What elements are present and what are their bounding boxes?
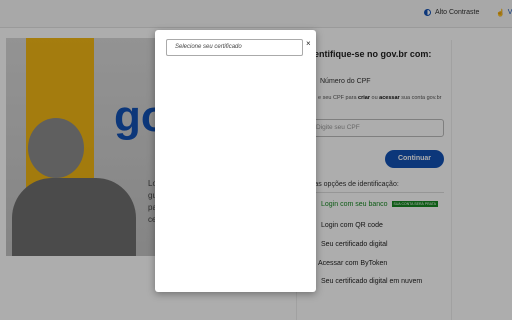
certificate-select[interactable]: Selecione seu certificado xyxy=(166,39,303,56)
close-icon[interactable]: × xyxy=(306,39,311,49)
certificate-modal: Selecione seu certificado × xyxy=(155,30,316,292)
